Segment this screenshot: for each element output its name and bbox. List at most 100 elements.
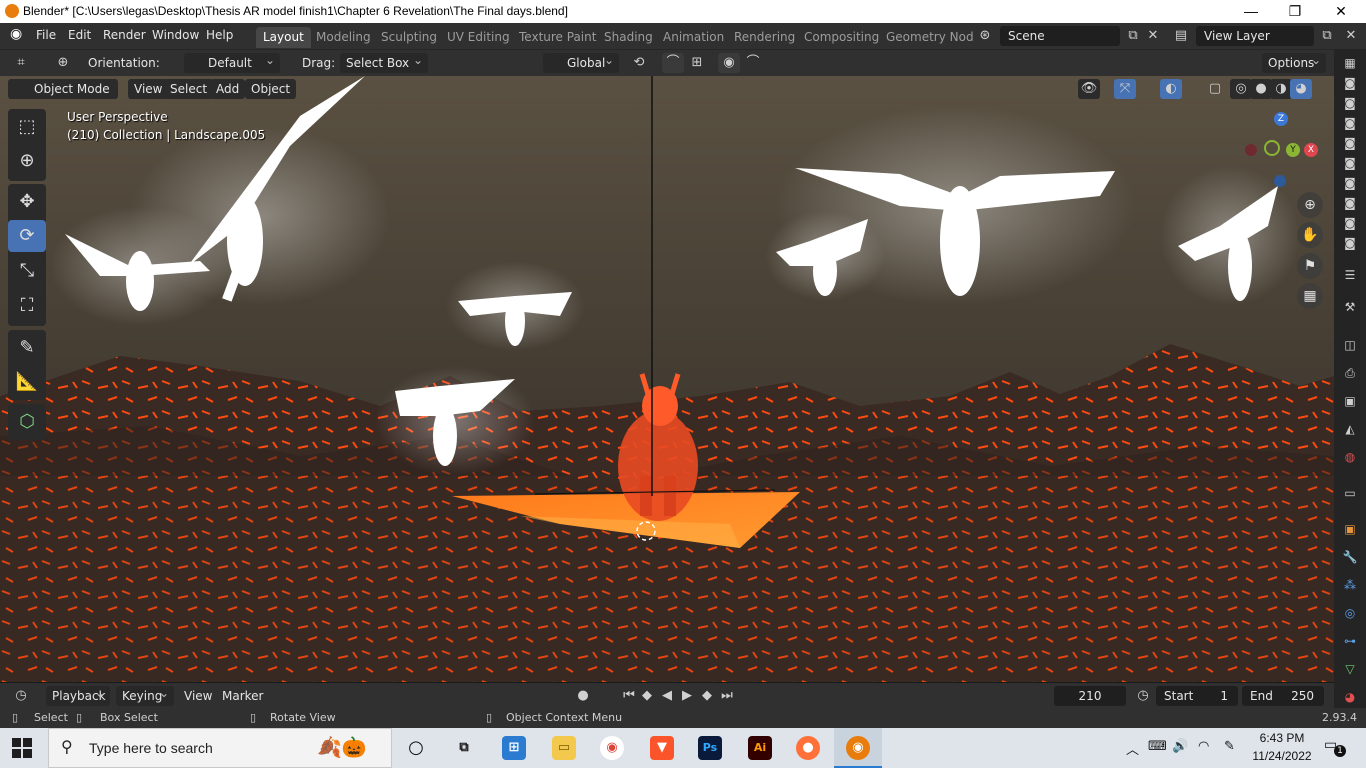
xray-icon[interactable]: ▢ <box>1204 79 1226 99</box>
preview-range-icon[interactable]: ◷ <box>1132 686 1154 706</box>
view-layer-properties-icon[interactable]: ▣ <box>1342 393 1358 409</box>
material-properties-icon[interactable]: ◕ <box>1342 689 1358 705</box>
options-dropdown[interactable]: Options <box>1262 50 1326 73</box>
menu-file[interactable]: File <box>36 28 56 42</box>
physics-properties-icon[interactable]: ◎ <box>1342 605 1358 621</box>
menu-edit[interactable]: Edit <box>68 28 91 42</box>
perspective-toggle-icon[interactable]: ▦ <box>1297 283 1323 309</box>
rendered-shading-icon[interactable]: ◕ <box>1290 79 1312 99</box>
new-view-layer-icon[interactable]: ⧉ <box>1316 26 1338 46</box>
output-properties-icon[interactable]: ⎙ <box>1342 365 1358 381</box>
wireframe-shading-icon[interactable]: ◎ <box>1230 79 1252 99</box>
clock-date[interactable]: 11/24/2022 <box>1248 749 1316 763</box>
language-icon[interactable]: ⌨ <box>1148 739 1167 754</box>
properties-editor-icon[interactable]: ☰ <box>1342 267 1358 283</box>
illustrator-icon[interactable]: Ai <box>748 736 772 760</box>
viewport-menu-view[interactable]: View <box>128 79 169 99</box>
object-properties-icon[interactable]: ▣ <box>1342 521 1358 537</box>
maximize-icon[interactable]: ❐ <box>1272 0 1318 23</box>
modifier-properties-icon[interactable]: 🔧 <box>1342 549 1358 565</box>
pivot-point-icon[interactable]: ⟲ <box>628 53 650 73</box>
collection-properties-icon[interactable]: ▭ <box>1342 485 1358 501</box>
gizmo-x-axis[interactable]: X <box>1304 143 1318 157</box>
mode-dropdown[interactable]: Object Mode <box>8 79 118 99</box>
camera-visibility-icon[interactable]: ◙ <box>1342 195 1358 211</box>
gizmo-neg-x[interactable] <box>1245 144 1257 156</box>
render-properties-icon[interactable]: ◫ <box>1342 337 1358 353</box>
scene-properties-icon[interactable]: ◭ <box>1342 421 1358 437</box>
start-frame-field[interactable]: Start 1 <box>1156 686 1238 706</box>
move-tool-icon[interactable]: ✥ <box>8 186 46 218</box>
keying-dropdown[interactable]: Keying <box>116 683 174 706</box>
camera-visibility-icon[interactable]: ◙ <box>1342 135 1358 151</box>
pan-hand-icon[interactable]: ✋ <box>1297 222 1323 248</box>
tab-uv-editing[interactable]: UV Editing <box>440 27 517 48</box>
timeline-menu-marker[interactable]: Marker <box>222 689 263 703</box>
firefox-icon[interactable]: ● <box>796 736 820 760</box>
play-reverse-icon[interactable]: ◀ <box>656 686 678 706</box>
menu-window[interactable]: Window <box>152 28 199 42</box>
camera-visibility-icon[interactable]: ◙ <box>1342 75 1358 91</box>
timeline-editor-type-icon[interactable]: ◷ <box>10 686 32 706</box>
camera-visibility-icon[interactable]: ◙ <box>1342 235 1358 251</box>
camera-visibility-icon[interactable]: ◙ <box>1342 155 1358 171</box>
tab-shading[interactable]: Shading <box>597 27 660 48</box>
windows-start-icon[interactable] <box>12 738 32 758</box>
material-shading-icon[interactable]: ◑ <box>1270 79 1292 99</box>
annotate-tool-icon[interactable]: ✎ <box>8 332 46 364</box>
proportional-edit-icon[interactable]: ◉ <box>718 53 740 73</box>
chrome-icon[interactable]: ◉ <box>600 736 624 760</box>
viewport-menu-add[interactable]: Add <box>210 79 246 99</box>
minimize-icon[interactable]: — <box>1228 0 1274 23</box>
drag-dropdown[interactable]: Select Box <box>340 50 428 73</box>
taskbar-search-box[interactable]: ⚲ Type here to search 🍂🎃 <box>48 728 392 768</box>
add-cube-tool-icon[interactable]: ⬡ <box>8 406 46 438</box>
gizmo-y-axis[interactable]: Y <box>1286 143 1300 157</box>
rotate-tool-icon[interactable]: ⟳ <box>8 220 46 252</box>
gizmo-z-axis[interactable]: Z <box>1274 112 1288 126</box>
editor-type-icon[interactable]: ▦ <box>1342 55 1358 71</box>
camera-view-icon[interactable]: ⚑ <box>1297 253 1323 279</box>
menu-help[interactable]: Help <box>206 28 233 42</box>
menu-render[interactable]: Render <box>103 28 146 42</box>
particle-properties-icon[interactable]: ⁂ <box>1342 577 1358 593</box>
new-scene-icon[interactable]: ⧉ <box>1122 26 1144 46</box>
tool-properties-icon[interactable]: ⚒ <box>1342 299 1358 315</box>
brave-icon[interactable]: ▼ <box>650 736 674 760</box>
falloff-icon[interactable]: ⌒ <box>742 53 764 73</box>
viewport-menu-object[interactable]: Object <box>245 79 297 99</box>
viewport-menu-select[interactable]: Select <box>164 79 214 99</box>
notifications-icon[interactable]: ▭ 1 <box>1324 737 1346 759</box>
tab-compositing[interactable]: Compositing <box>797 27 886 48</box>
delete-view-layer-icon[interactable]: ✕ <box>1340 26 1362 46</box>
blender-taskbar-icon[interactable]: ◉ <box>846 736 870 760</box>
constraint-properties-icon[interactable]: ⊶ <box>1342 633 1358 649</box>
navigation-gizmo[interactable]: Z Y X <box>1242 112 1322 192</box>
volume-icon[interactable]: 🔊 <box>1172 739 1188 754</box>
timeline-menu-view[interactable]: View <box>184 689 212 703</box>
close-icon[interactable]: ✕ <box>1318 0 1364 23</box>
store-icon[interactable]: ⊞ <box>502 736 526 760</box>
photoshop-icon[interactable]: Ps <box>698 736 722 760</box>
file-explorer-icon[interactable]: ▭ <box>552 736 576 760</box>
data-properties-icon[interactable]: ▽ <box>1342 661 1358 677</box>
tab-modeling[interactable]: Modeling <box>309 27 378 48</box>
overlay-toggle-icon[interactable]: ◐ <box>1160 79 1182 99</box>
blender-menu-icon[interactable]: ◉ <box>10 26 22 42</box>
cortana-icon[interactable]: ○ <box>404 736 428 760</box>
camera-visibility-icon[interactable]: ◙ <box>1342 215 1358 231</box>
orientation-dropdown[interactable]: Default <box>184 50 280 73</box>
gizmo-neg-y[interactable] <box>1264 140 1280 156</box>
tab-texture-paint[interactable]: Texture Paint <box>512 27 603 48</box>
measure-tool-icon[interactable]: 📐 <box>8 366 46 398</box>
camera-visibility-icon[interactable]: ◙ <box>1342 95 1358 111</box>
active-tool-icon[interactable]: ⊕ <box>52 53 74 73</box>
view-layer-field[interactable]: View Layer <box>1196 26 1314 46</box>
tab-layout[interactable]: Layout <box>256 27 311 48</box>
view-layer-selector-icon[interactable]: ▤ <box>1170 26 1192 46</box>
camera-visibility-icon[interactable]: ◙ <box>1342 175 1358 191</box>
editor-type-icon[interactable]: ⌗ <box>10 53 32 73</box>
select-box-tool-icon[interactable]: ⬚ <box>8 111 46 143</box>
scale-tool-icon[interactable]: ⤡ <box>8 255 46 287</box>
transform-orientation-dropdown[interactable]: Global <box>543 50 619 73</box>
